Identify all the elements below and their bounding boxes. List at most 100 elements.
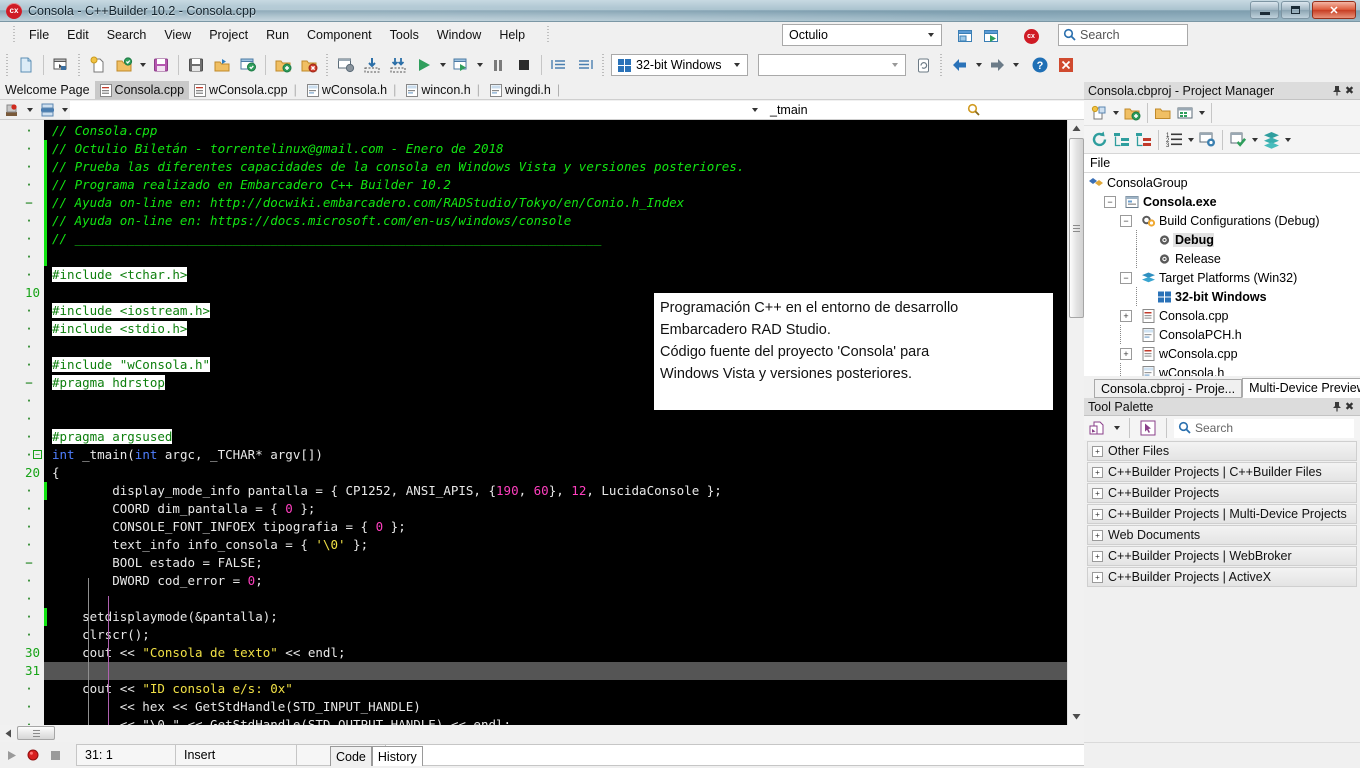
tree-expander[interactable]: + <box>1120 309 1132 322</box>
editor-line[interactable]: · text_info info_consola = { '\0' }; <box>0 536 1084 554</box>
editor-line[interactable]: 30 cout << "Consola de texto" << endl; <box>0 644 1084 662</box>
editor-line[interactable]: · COORD dim_pantalla = { 0 }; <box>0 500 1084 518</box>
project-tree[interactable]: ConsolaGroup − Consola.exe − Build Configura… <box>1084 173 1360 376</box>
refresh-platform-button[interactable] <box>910 52 936 78</box>
editor-line[interactable]: · // ____________________________________… <box>0 230 1084 248</box>
tab-history[interactable]: History <box>371 746 423 766</box>
tree-node[interactable]: wConsola.h <box>1084 363 1360 376</box>
editor-line[interactable]: · cout << "ID consola e/s: 0x" <box>0 680 1084 698</box>
run-button[interactable] <box>411 52 437 78</box>
cx-welcome-button[interactable]: cx <box>1018 23 1044 49</box>
status-stop-button[interactable] <box>44 744 66 766</box>
editor-line[interactable]: · <box>0 248 1084 266</box>
editor-line[interactable]: · // Programa realizado en Embarcadero C+… <box>0 176 1084 194</box>
pin-icon[interactable] <box>1330 84 1343 98</box>
editor-line[interactable]: · DWORD cod_error = 0; <box>0 572 1084 590</box>
pm-open-button[interactable] <box>1152 102 1174 124</box>
expand-icon[interactable]: + <box>1092 571 1103 583</box>
remove-from-project-button[interactable] <box>296 52 322 78</box>
editor-line[interactable]: · << hex << GetStdHandle(STD_INPUT_HANDL… <box>0 698 1084 716</box>
pm-sort-button[interactable]: 123 <box>1163 129 1185 151</box>
tree-expander[interactable]: + <box>1120 347 1132 360</box>
menu-item-tools[interactable]: Tools <box>381 24 428 46</box>
tab-welcome-page[interactable]: Welcome Page <box>0 81 95 99</box>
ide-search-box[interactable]: Search <box>1058 24 1188 46</box>
menu-item-window[interactable]: Window <box>428 24 490 46</box>
pm-view-dropdown[interactable] <box>1196 102 1207 124</box>
open-dropdown[interactable] <box>137 52 148 78</box>
code-editor[interactable]: · // Consola.cpp · // Octulio Biletán - tor… <box>0 120 1084 725</box>
pm-collapse-all-button[interactable] <box>1132 129 1154 151</box>
tool-palette-category[interactable]: + Other Files <box>1087 441 1357 461</box>
tool-palette-category[interactable]: + C++Builder Projects <box>1087 483 1357 503</box>
close-button[interactable]: ✕ <box>1312 1 1356 19</box>
scroll-down-button[interactable] <box>1068 708 1084 725</box>
back-button[interactable] <box>947 52 973 78</box>
editor-vertical-scrollbar[interactable] <box>1067 120 1084 725</box>
pm-layers-dropdown[interactable] <box>1282 129 1293 151</box>
tree-expander[interactable]: − <box>1120 271 1132 284</box>
menu-item-project[interactable]: Project <box>200 24 257 46</box>
expand-icon[interactable]: + <box>1092 466 1103 478</box>
pm-sort-dropdown[interactable] <box>1185 129 1196 151</box>
menu-item-file[interactable]: File <box>20 24 58 46</box>
expand-icon[interactable]: + <box>1092 550 1103 562</box>
class-combo[interactable] <box>70 100 764 119</box>
tree-node[interactable]: − Build Configurations (Debug) <box>1084 211 1360 230</box>
tp-pointer-button[interactable] <box>1137 417 1159 439</box>
hscrollbar-thumb[interactable] <box>17 726 55 740</box>
stop-button[interactable] <box>511 52 537 78</box>
class-browser-button[interactable] <box>0 100 24 120</box>
editor-line[interactable]: 20 { <box>0 464 1084 482</box>
editor-line[interactable]: · clrscr(); <box>0 626 1084 644</box>
build-config-combo[interactable] <box>758 54 906 76</box>
menu-item-help[interactable]: Help <box>490 24 534 46</box>
tool-palette-category[interactable]: + C++Builder Projects | WebBroker <box>1087 546 1357 566</box>
tree-node[interactable]: ConsolaGroup <box>1084 173 1360 192</box>
editor-line[interactable]: · // Prueba las diferentes capacidades de… <box>0 158 1084 176</box>
tp-new-item-button[interactable] <box>1086 417 1108 439</box>
tab-wingdi-h[interactable]: wingdi.h | <box>485 81 565 99</box>
tool-palette-search[interactable]: Search <box>1174 418 1354 438</box>
tab-wconsola-cpp[interactable]: wConsola.cpp | <box>189 81 302 99</box>
pm-build-button[interactable] <box>1227 129 1249 151</box>
menu-item-run[interactable]: Run <box>257 24 298 46</box>
tab-wincon-h[interactable]: wincon.h | <box>401 81 485 99</box>
editor-line[interactable]: · // Ayuda on-line en: https://docs.micro… <box>0 212 1084 230</box>
close-icon[interactable]: ✖ <box>1343 400 1356 414</box>
tree-node[interactable]: 32-bit Windows <box>1084 287 1360 306</box>
member-combo[interactable]: _tmain <box>764 100 1084 119</box>
tool-palette-category[interactable]: + C++Builder Projects | C++Builder Files <box>1087 462 1357 482</box>
tool-palette-category[interactable]: + Web Documents <box>1087 525 1357 545</box>
editor-horizontal-scrollbar[interactable] <box>0 725 1084 742</box>
chevron-down-icon[interactable] <box>729 55 745 75</box>
save-as-button[interactable] <box>209 52 235 78</box>
close-icon[interactable]: ✖ <box>1343 84 1356 98</box>
open-project-button[interactable] <box>48 52 74 78</box>
pin-icon[interactable] <box>1330 400 1343 414</box>
tree-node[interactable]: + wConsola.cpp <box>1084 344 1360 363</box>
pm-expand-all-button[interactable] <box>1110 129 1132 151</box>
editor-line[interactable]: · << "\0 " << GetStdHandle(STD_OUTPUT_HA… <box>0 716 1084 725</box>
back-dropdown[interactable] <box>973 52 984 78</box>
expand-icon[interactable]: + <box>1092 487 1103 499</box>
dock-tab-multi-device-preview[interactable]: Multi-Device Preview <box>1242 378 1360 398</box>
navbar-search-button[interactable] <box>964 101 984 119</box>
status-run-button[interactable] <box>0 744 22 766</box>
save-all-button[interactable] <box>183 52 209 78</box>
tree-expander[interactable]: − <box>1120 214 1132 227</box>
pm-new-dropdown[interactable] <box>1110 102 1121 124</box>
refresh-file-button[interactable] <box>235 52 261 78</box>
editor-line[interactable]: − // Ayuda on-line en: http://docwiki.emb… <box>0 194 1084 212</box>
expand-icon[interactable]: + <box>1092 508 1103 520</box>
chevron-down-icon[interactable] <box>747 107 763 112</box>
pm-options-button[interactable] <box>1196 129 1218 151</box>
tab-consola-cpp[interactable]: Consola.cpp <box>94 81 190 99</box>
save-button[interactable] <box>148 52 174 78</box>
tp-new-dropdown[interactable] <box>1111 417 1122 439</box>
editor-line[interactable]: · // Consola.cpp <box>0 122 1084 140</box>
run-project-button[interactable] <box>978 23 1004 49</box>
new-file-button[interactable] <box>13 52 39 78</box>
editor-line[interactable]: · <box>0 410 1084 428</box>
pm-new-item-button[interactable] <box>1088 102 1110 124</box>
